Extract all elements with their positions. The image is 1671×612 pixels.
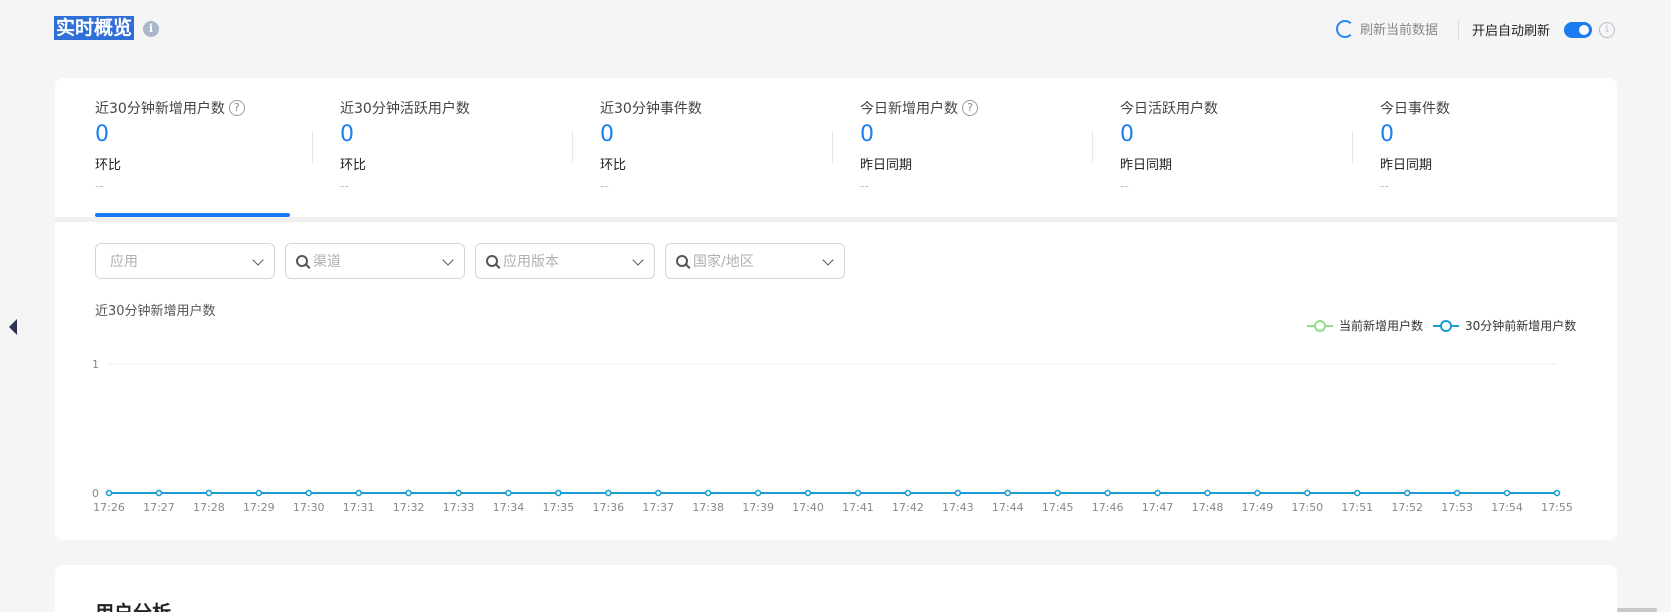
data-point — [854, 489, 862, 497]
x-tick-label: 17:40 — [792, 501, 824, 514]
auto-refresh-info-icon[interactable]: i — [1599, 22, 1615, 38]
x-tick-label: 17:43 — [942, 501, 974, 514]
data-point — [1204, 489, 1211, 497]
line-chart: 0 1 17:26 17:27 17:28 17:29 17:30 17:31 17:32 17:… — [92, 358, 1573, 514]
data-point — [754, 489, 762, 497]
page-title: 实时概览 — [54, 16, 135, 40]
x-tick-label: 17:38 — [692, 501, 724, 514]
x-tick-label: 17:46 — [1092, 501, 1124, 514]
data-point — [1403, 489, 1411, 497]
info-icon[interactable]: i — [143, 21, 159, 37]
data-point — [1104, 489, 1111, 497]
x-tick-label: 17:33 — [443, 501, 475, 514]
x-tick-label: 17:42 — [892, 501, 924, 514]
x-tick-label: 17:34 — [493, 501, 525, 514]
x-tick-label: 17:55 — [1541, 501, 1573, 514]
collapse-arrow-icon[interactable] — [9, 319, 17, 335]
data-point — [455, 489, 462, 497]
data-point — [105, 489, 113, 497]
x-tick-label: 17:54 — [1491, 501, 1523, 514]
y-tick-label: 0 — [92, 487, 99, 500]
x-tick-label: 17:26 — [93, 501, 125, 514]
data-point — [1054, 489, 1061, 497]
x-tick-label: 17:48 — [1192, 501, 1224, 514]
data-point — [205, 489, 213, 497]
data-point — [155, 489, 163, 497]
x-tick-label: 17:27 — [143, 501, 175, 514]
data-point — [1304, 489, 1311, 497]
data-point — [405, 489, 412, 497]
data-point — [954, 489, 962, 497]
refresh-icon — [1336, 19, 1354, 38]
x-tick-label: 17:36 — [592, 501, 624, 514]
data-point — [1154, 489, 1161, 497]
y-tick-label: 1 — [92, 358, 99, 371]
data-point — [255, 489, 263, 497]
x-tick-label: 17:47 — [1142, 501, 1174, 514]
x-tick-label: 17:30 — [293, 501, 325, 514]
x-tick-label: 17:50 — [1291, 501, 1323, 514]
x-tick-label: 17:45 — [1042, 501, 1074, 514]
x-tick-label: 17:35 — [543, 501, 575, 514]
data-point — [704, 489, 712, 497]
x-tick-label: 17:32 — [393, 501, 425, 514]
x-tick-label: 17:31 — [343, 501, 375, 514]
refresh-label: 刷新当前数据 — [1360, 23, 1439, 38]
data-point — [1453, 489, 1461, 497]
x-tick-label: 17:28 — [193, 501, 225, 514]
data-point — [355, 489, 362, 497]
divider — [1458, 20, 1459, 40]
data-point — [305, 489, 312, 497]
data-point — [605, 489, 612, 497]
x-tick-label: 17:52 — [1391, 501, 1423, 514]
data-point — [1503, 489, 1511, 497]
data-point — [1004, 489, 1012, 497]
data-point — [1354, 489, 1361, 497]
section-title: 用户分析 — [95, 598, 171, 612]
x-tick-label: 17:29 — [243, 501, 275, 514]
x-tick-label: 17:39 — [742, 501, 774, 514]
data-point — [804, 489, 812, 497]
auto-refresh-toggle[interactable] — [1564, 22, 1592, 38]
user-analysis-card: 用户分析 — [55, 565, 1617, 612]
data-point — [505, 489, 512, 497]
data-point — [1553, 489, 1561, 497]
x-tick-label: 17:37 — [642, 501, 674, 514]
x-tick-label: 17:51 — [1341, 501, 1373, 514]
x-tick-label: 17:41 — [842, 501, 874, 514]
data-point — [654, 489, 662, 497]
data-point — [1254, 489, 1261, 497]
realtime-card: 近30分钟新增用户数? 0 环比 -- 近30分钟活跃用户数 0 环比 -- 近30分钟事件数 0… — [55, 78, 1617, 540]
auto-refresh-label: 开启自动刷新 — [1472, 24, 1551, 39]
data-point — [555, 489, 562, 497]
x-tick-label: 17:53 — [1441, 501, 1473, 514]
x-tick-label: 17:49 — [1242, 501, 1274, 514]
data-point — [904, 489, 912, 497]
refresh-button[interactable]: 刷新当前数据 — [1336, 19, 1438, 38]
top-bar: 实时概览 i 刷新当前数据 开启自动刷新 i — [0, 0, 1671, 60]
scrollbar[interactable] — [1617, 608, 1657, 612]
x-tick-label: 17:44 — [992, 501, 1024, 514]
